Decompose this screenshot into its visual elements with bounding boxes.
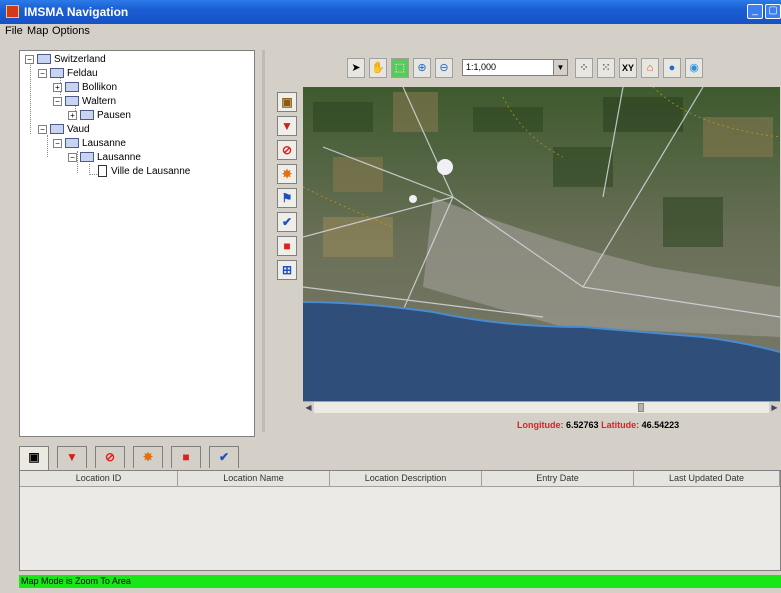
tree-node-waltern[interactable]: − Waltern: [53, 95, 116, 109]
longitude-label: Longitude:: [517, 420, 564, 430]
latitude-value: 46.54223: [641, 420, 680, 430]
location-tree[interactable]: − Switzerland − Feldau + Bollikon − Waltern …: [19, 50, 255, 437]
window-title: IMSMA Navigation: [24, 5, 129, 19]
folder-icon: [65, 138, 79, 149]
forbidden-icon[interactable]: ⊘: [277, 140, 297, 160]
folder-icon: [50, 124, 64, 135]
tree-node-bollikon[interactable]: + Bollikon: [53, 81, 117, 95]
column-header-location-name[interactable]: Location Name: [178, 471, 330, 487]
network-icon[interactable]: ⊞: [277, 260, 297, 280]
flag-icon[interactable]: ⚑: [277, 188, 297, 208]
scale-select[interactable]: 1:1,000 ▼: [462, 59, 568, 76]
zoom-area-icon[interactable]: ⬚: [391, 58, 409, 78]
maximize-button[interactable]: ▢: [765, 4, 781, 19]
pointer-icon[interactable]: ➤: [347, 58, 365, 78]
tree-node-vaud[interactable]: − Vaud: [38, 123, 90, 137]
folder-icon: [80, 110, 94, 121]
explosion-icon[interactable]: ✸: [277, 164, 297, 184]
folder-icon: [65, 96, 79, 107]
tree-node-lausanne-sub[interactable]: − Lausanne: [68, 151, 141, 165]
app-icon: [6, 5, 19, 18]
collapse-icon[interactable]: −: [53, 138, 62, 148]
folder-icon: [50, 68, 64, 79]
column-header-last-updated-date[interactable]: Last Updated Date: [634, 471, 780, 487]
tree-node-ville-de-lausanne[interactable]: Ville de Lausanne: [98, 165, 190, 179]
explosion-tab-icon[interactable]: ✸: [133, 446, 163, 468]
pan-hand-icon[interactable]: ✋: [369, 58, 387, 78]
tree-connector: [47, 135, 48, 157]
scroll-right-icon[interactable]: ▶: [769, 402, 780, 413]
home-icon[interactable]: ⌂: [641, 58, 659, 78]
scroll-thumb[interactable]: [638, 403, 644, 412]
column-header-entry-date[interactable]: Entry Date: [482, 471, 634, 487]
panel-splitter[interactable]: [262, 50, 265, 432]
collapse-icon[interactable]: −: [38, 68, 47, 78]
coordinate-readout: Longitude: 6.52763 Latitude: 46.54223: [517, 420, 679, 430]
title-bar[interactable]: IMSMA Navigation _ ▢: [0, 0, 781, 24]
danger-area-icon[interactable]: ▼: [277, 116, 297, 136]
map-horizontal-scrollbar[interactable]: ◀ ▶: [303, 401, 780, 413]
collapse-icon[interactable]: −: [68, 152, 77, 162]
folder-icon: [65, 82, 79, 93]
zoom-in-icon[interactable]: ⊕: [413, 58, 431, 78]
check-icon[interactable]: ✔: [277, 212, 297, 232]
collapse-icon[interactable]: −: [53, 96, 62, 106]
globe-icon[interactable]: ●: [663, 58, 681, 78]
tree-node-label: Lausanne: [82, 138, 126, 149]
tree-node-pausen[interactable]: + Pausen: [68, 109, 131, 123]
minimize-button[interactable]: _: [747, 4, 763, 19]
folder-icon: [37, 54, 51, 65]
app-window: IMSMA Navigation _ ▢ File Map Options − S…: [0, 0, 781, 593]
collapse-icon[interactable]: −: [38, 124, 47, 134]
tree-connector: [30, 62, 31, 134]
tree-node-label: Bollikon: [82, 82, 118, 93]
full-extent-icon[interactable]: ⁘: [575, 58, 593, 78]
column-header-location-id[interactable]: Location ID: [20, 471, 178, 487]
expand-icon[interactable]: +: [53, 82, 62, 92]
tree-node-switzerland[interactable]: − Switzerland: [25, 53, 106, 67]
tree-node-label: Switzerland: [54, 54, 106, 65]
forbidden-tab-icon[interactable]: ⊘: [95, 446, 125, 468]
status-bar: Map Mode is Zoom To Area: [19, 575, 781, 588]
location-tab-icon[interactable]: ▣: [19, 446, 49, 470]
scroll-left-icon[interactable]: ◀: [303, 402, 314, 413]
collapse-icon[interactable]: −: [25, 54, 34, 64]
longitude-value: 6.52763: [566, 420, 599, 430]
tree-node-feldau[interactable]: − Feldau: [38, 67, 98, 81]
location-table[interactable]: Location ID Location Name Location Descr…: [19, 470, 781, 571]
tree-node-label: Vaud: [67, 124, 90, 135]
satellite-map[interactable]: [303, 87, 780, 401]
scale-value: 1:1,000: [466, 62, 497, 72]
check-tab-icon[interactable]: ✔: [209, 446, 239, 468]
tree-node-label: Pausen: [97, 110, 131, 121]
document-icon: [98, 165, 107, 178]
tree-node-label: Ville de Lausanne: [111, 166, 191, 177]
menu-map[interactable]: Map: [27, 25, 48, 37]
tree-node-lausanne[interactable]: − Lausanne: [53, 137, 126, 151]
folder-icon: [80, 152, 94, 163]
refresh-globe-icon[interactable]: ◉: [685, 58, 703, 78]
xy-icon[interactable]: XY: [619, 58, 637, 78]
menu-file[interactable]: File: [5, 25, 23, 37]
minefield-tab-icon[interactable]: ■: [171, 446, 201, 468]
tree-node-label: Waltern: [82, 96, 117, 107]
zoom-out-icon[interactable]: ⊖: [435, 58, 453, 78]
tree-node-label: Feldau: [67, 68, 98, 79]
menu-bar: File Map Options: [0, 24, 781, 40]
location-icon[interactable]: ▣: [277, 92, 297, 112]
latitude-label: Latitude:: [601, 420, 640, 430]
minefield-icon[interactable]: ■: [277, 236, 297, 256]
danger-tab-icon[interactable]: ▼: [57, 446, 87, 468]
expand-icon[interactable]: +: [68, 110, 77, 120]
column-header-location-description[interactable]: Location Description: [330, 471, 482, 487]
menu-options[interactable]: Options: [52, 25, 90, 37]
chevron-down-icon[interactable]: ▼: [553, 60, 567, 75]
zoom-previous-icon[interactable]: ⁙: [597, 58, 615, 78]
tree-node-label: Lausanne: [97, 152, 141, 163]
